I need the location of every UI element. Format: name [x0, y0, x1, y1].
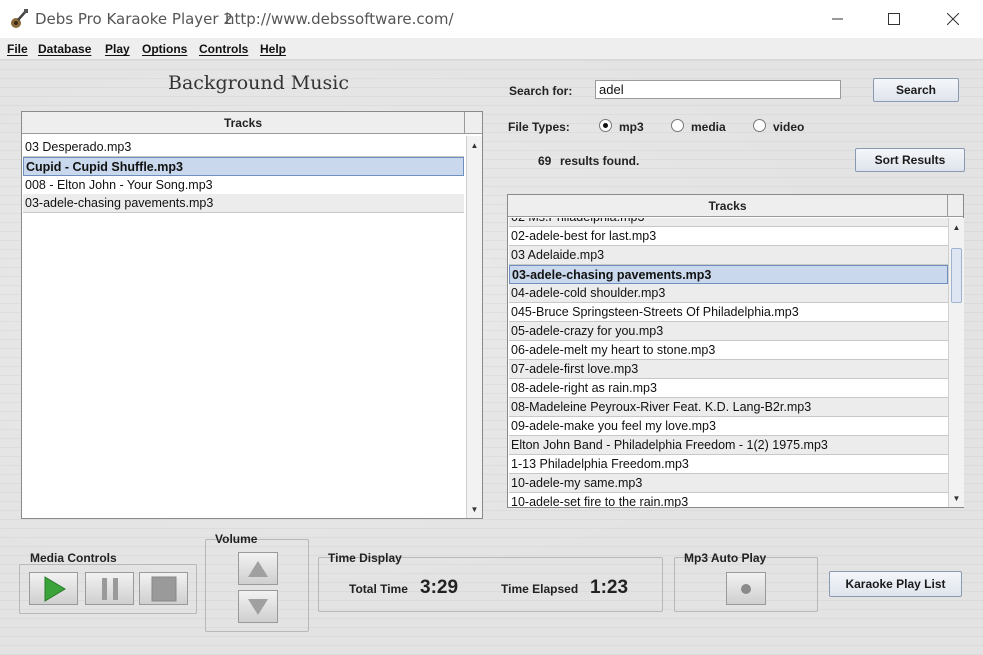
- title-bar: Debs Pro Karaoke Player 2 http://www.deb…: [0, 0, 983, 38]
- table-row-selected[interactable]: Cupid - Cupid Shuffle.mp3: [23, 157, 464, 176]
- maximize-icon: [888, 13, 900, 25]
- radio-video[interactable]: [753, 119, 766, 132]
- pause-button[interactable]: [85, 572, 134, 605]
- karaoke-play-list-button[interactable]: Karaoke Play List: [829, 571, 962, 597]
- menu-play[interactable]: Play: [105, 42, 130, 56]
- list-item-selected[interactable]: 03-adele-chasing pavements.mp3: [509, 265, 948, 284]
- radio-video-label: video: [773, 120, 805, 134]
- volume-up-button[interactable]: [238, 552, 278, 585]
- volume-down-button[interactable]: [238, 590, 278, 623]
- scroll-down-icon[interactable]: ▼: [467, 501, 482, 517]
- scroll-up-icon[interactable]: ▲: [949, 219, 964, 235]
- time-elapsed-value: 1:23: [590, 577, 629, 598]
- search-button[interactable]: Search: [873, 78, 959, 102]
- play-icon: [44, 575, 66, 602]
- minimize-icon: [832, 18, 843, 20]
- list-item[interactable]: 08-Madeleine Peyroux-River Feat. K.D. La…: [509, 398, 948, 417]
- radio-media-label: media: [691, 120, 726, 134]
- file-types-label: File Types:: [508, 120, 570, 134]
- close-icon: [947, 13, 959, 25]
- list-item[interactable]: 02-adele-best for last.mp3: [509, 227, 948, 246]
- header-corner: [465, 112, 482, 134]
- tracks-column-header[interactable]: Tracks: [22, 112, 465, 134]
- menu-bar: File Database Play Options Controls Help: [0, 38, 983, 60]
- stop-button[interactable]: [139, 572, 188, 605]
- scroll-up-icon[interactable]: ▲: [467, 137, 482, 153]
- results-text: results found.: [560, 154, 640, 168]
- tracks-header-label: Tracks: [223, 115, 263, 130]
- list-item[interactable]: 07-adele-first love.mp3: [509, 360, 948, 379]
- table-row[interactable]: 03 Desperado.mp3: [23, 138, 464, 157]
- radio-mp3[interactable]: [599, 119, 612, 132]
- triangle-down-icon: [248, 598, 268, 615]
- record-dot-icon: [741, 583, 751, 594]
- list-item[interactable]: 02 Ms.Philadelphia.mp3: [509, 218, 948, 227]
- left-scrollbar[interactable]: ▲ ▼: [466, 136, 482, 518]
- tracks-header-label: Tracks: [708, 198, 747, 213]
- menu-options[interactable]: Options: [142, 42, 187, 56]
- menu-database[interactable]: Database: [38, 42, 91, 56]
- search-label: Search for:: [509, 84, 573, 98]
- radio-mp3-label: mp3: [619, 120, 644, 134]
- background-tracks-table: Tracks 03 Desperado.mp3 Cupid - Cupid Sh…: [21, 111, 483, 519]
- results-list: 02 Ms.Philadelphia.mp3 02-adele-best for…: [508, 218, 948, 507]
- list-item[interactable]: 08-adele-right as rain.mp3: [509, 379, 948, 398]
- close-button[interactable]: [930, 0, 976, 38]
- search-input[interactable]: [595, 80, 841, 99]
- karaoke-play-list-label: Karaoke Play List: [845, 577, 946, 591]
- menu-file[interactable]: File: [7, 42, 28, 56]
- window-url: http://www.debssoftware.com/: [225, 10, 454, 28]
- search-button-label: Search: [895, 83, 937, 97]
- table-row[interactable]: 03-adele-chasing pavements.mp3: [23, 194, 464, 213]
- play-button[interactable]: [29, 572, 78, 605]
- time-elapsed-label: Time Elapsed: [501, 582, 579, 596]
- list-item[interactable]: 10-adele-my same.mp3: [509, 474, 948, 493]
- table-row[interactable]: 008 - Elton John - Your Song.mp3: [23, 176, 464, 195]
- triangle-up-icon: [248, 560, 268, 577]
- scroll-thumb[interactable]: [951, 248, 962, 303]
- menu-controls[interactable]: Controls: [199, 42, 248, 56]
- maximize-button[interactable]: [871, 0, 917, 38]
- menu-help[interactable]: Help: [260, 42, 286, 56]
- minimize-button[interactable]: [815, 0, 861, 38]
- list-item[interactable]: 06-adele-melt my heart to stone.mp3: [509, 341, 948, 360]
- background-music-title: Background Music: [168, 72, 349, 94]
- list-item[interactable]: 04-adele-cold shoulder.mp3: [509, 284, 948, 303]
- stop-icon: [151, 576, 176, 601]
- volume-title: Volume: [215, 532, 258, 546]
- tracks-column-header[interactable]: Tracks: [508, 195, 948, 217]
- results-count: 69: [538, 154, 552, 168]
- auto-play-toggle[interactable]: [726, 572, 766, 605]
- list-item[interactable]: 03 Adelaide.mp3: [509, 246, 948, 265]
- media-controls-title: Media Controls: [30, 551, 117, 565]
- guitar-icon: [10, 9, 28, 29]
- list-item[interactable]: 045-Bruce Springsteen-Streets Of Philade…: [509, 303, 948, 322]
- scroll-down-icon[interactable]: ▼: [949, 490, 964, 506]
- search-results-table: Tracks 02 Ms.Philadelphia.mp3 02-adele-b…: [507, 194, 964, 508]
- header-corner: [948, 195, 963, 217]
- results-scrollbar[interactable]: ▲ ▼: [948, 218, 964, 507]
- total-time-label: Total Time: [349, 582, 408, 596]
- auto-play-title: Mp3 Auto Play: [684, 551, 767, 565]
- list-item[interactable]: 1-13 Philadelphia Freedom.mp3: [509, 455, 948, 474]
- radio-media[interactable]: [671, 119, 684, 132]
- sort-results-button[interactable]: Sort Results: [855, 148, 965, 172]
- list-item[interactable]: 05-adele-crazy for you.mp3: [509, 322, 948, 341]
- list-item[interactable]: 09-adele-make you feel my love.mp3: [509, 417, 948, 436]
- pause-icon: [101, 577, 118, 600]
- window-title: Debs Pro Karaoke Player 2: [35, 10, 233, 28]
- list-item[interactable]: Elton John Band - Philadelphia Freedom -…: [509, 436, 948, 455]
- sort-results-label: Sort Results: [874, 153, 946, 167]
- list-item[interactable]: 10-adele-set fire to the rain.mp3: [509, 493, 948, 507]
- total-time-value: 3:29: [420, 577, 459, 598]
- time-display-title: Time Display: [328, 551, 402, 565]
